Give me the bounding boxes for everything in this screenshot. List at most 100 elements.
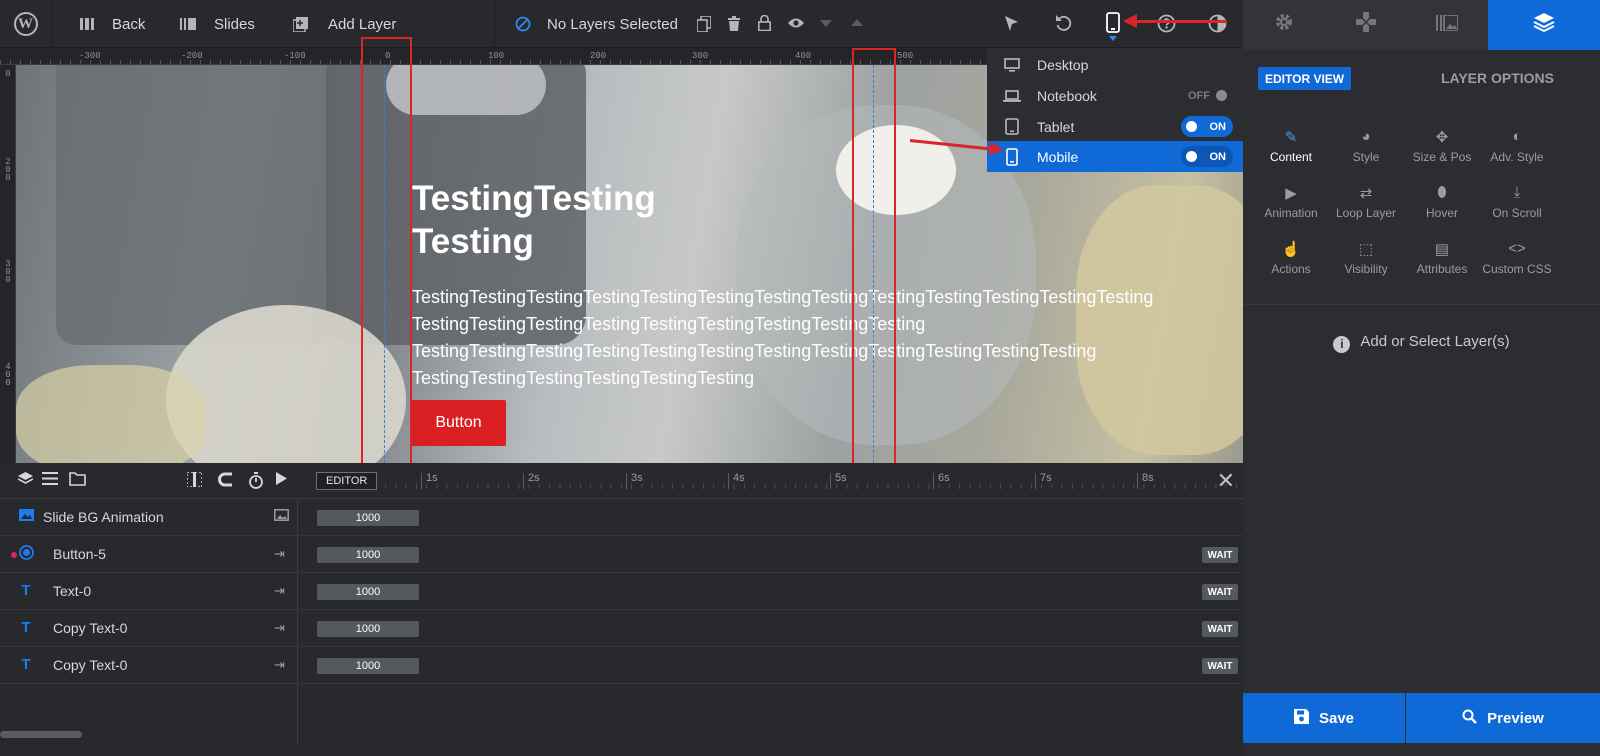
- device-option-mobile[interactable]: Mobile ON: [987, 141, 1243, 172]
- magnifier-icon: [1462, 709, 1477, 728]
- layer-name: Copy Text-0: [53, 620, 128, 636]
- timeline-layer-row[interactable]: T Text-0 ⇥ 1000 WAIT: [0, 573, 1243, 610]
- device-label: Notebook: [1037, 87, 1097, 104]
- undo-icon[interactable]: [1055, 14, 1072, 32]
- slide-paragraph[interactable]: TestingTestingTestingTestingTestingTesti…: [412, 284, 1153, 392]
- snap-guides-icon[interactable]: [186, 471, 203, 491]
- bg-image-icon[interactable]: [274, 509, 289, 524]
- second-label: 2s: [528, 472, 540, 484]
- trash-icon[interactable]: [728, 16, 740, 31]
- selection-status: No Layers Selected: [515, 0, 678, 48]
- option-attributes[interactable]: ▤ Attributes: [1402, 240, 1482, 276]
- notebook-toggle[interactable]: OFF: [1181, 85, 1233, 106]
- end-align-icon[interactable]: ⇥: [274, 620, 285, 636]
- wait-badge[interactable]: WAIT: [1202, 584, 1238, 600]
- end-align-icon[interactable]: ⇥: [274, 657, 285, 673]
- slide-button[interactable]: Button: [411, 400, 506, 446]
- tab-slide-library[interactable]: [1407, 0, 1489, 50]
- option-adv-style[interactable]: ◐ Adv. Style: [1477, 128, 1557, 164]
- option-hover[interactable]: ⬮ Hover: [1402, 184, 1482, 220]
- slides-button[interactable]: Slides: [180, 0, 255, 48]
- text-icon: T: [21, 619, 31, 636]
- timeline-layer-row[interactable]: Button-5 ⇥ 1000 WAIT: [0, 536, 1243, 573]
- back-button[interactable]: Back: [80, 0, 145, 48]
- end-align-icon[interactable]: ⇥: [274, 583, 285, 599]
- option-content[interactable]: ✎ Content: [1251, 128, 1331, 164]
- option-loop-layer[interactable]: ⇄ Loop Layer: [1326, 184, 1406, 220]
- duration-bar[interactable]: 1000: [317, 658, 419, 674]
- timeline-scrollbar[interactable]: [0, 731, 82, 738]
- wait-badge[interactable]: WAIT: [1202, 621, 1238, 637]
- play-icon[interactable]: [276, 472, 287, 489]
- duration-bar[interactable]: 1000: [317, 547, 419, 563]
- stopwatch-icon[interactable]: [248, 472, 264, 493]
- active-device-caret-icon: [1109, 36, 1117, 41]
- eye-icon[interactable]: [787, 17, 805, 29]
- theme-toggle-icon[interactable]: [1208, 14, 1227, 33]
- mobile-toggle[interactable]: ON: [1181, 146, 1233, 167]
- option-actions[interactable]: ☝ Actions: [1251, 240, 1331, 276]
- gear-icon: [1274, 12, 1294, 38]
- tablet-toggle[interactable]: ON: [1181, 116, 1233, 137]
- option-size-pos[interactable]: ✥ Size & Pos: [1402, 128, 1482, 164]
- list-icon[interactable]: [42, 472, 58, 489]
- wait-badge[interactable]: WAIT: [1202, 658, 1238, 674]
- duration-bar[interactable]: 1000: [317, 621, 419, 637]
- slide-title[interactable]: TestingTesting Testing: [412, 177, 656, 263]
- option-label: Attributes: [1416, 262, 1468, 276]
- duration-bar[interactable]: 1000: [317, 510, 419, 526]
- save-button[interactable]: Save: [1243, 693, 1405, 743]
- add-layer-icon: [293, 16, 308, 32]
- folder-icon[interactable]: [69, 472, 86, 490]
- timeline-layer-row[interactable]: T Copy Text-0 ⇥ 1000 WAIT: [0, 610, 1243, 647]
- timeline-layer-row[interactable]: Slide BG Animation 1000: [0, 499, 1243, 536]
- annotation-arrow-toolbar: [1123, 14, 1227, 28]
- toggle-state: ON: [1209, 120, 1227, 133]
- preview-button[interactable]: Preview: [1406, 693, 1600, 743]
- device-option-desktop[interactable]: Desktop: [987, 49, 1243, 80]
- tab-layers[interactable]: [1488, 0, 1600, 50]
- timeline-header: EDITOR 1s 2s 3s 4s 5s 6s 7s 8s ✕: [0, 463, 1243, 499]
- tablet-icon: [987, 118, 1037, 135]
- end-align-icon[interactable]: ⇥: [274, 546, 285, 562]
- device-dropdown: Desktop Notebook OFF Tablet ON Mobile ON: [987, 48, 1243, 172]
- magnet-icon[interactable]: [218, 472, 233, 491]
- add-select-label: Add or Select Layer(s): [1360, 333, 1510, 350]
- text-icon: T: [21, 656, 31, 673]
- mobile-view-icon[interactable]: [1106, 12, 1120, 33]
- wordpress-logo-icon[interactable]: W: [0, 0, 52, 48]
- duration-bar[interactable]: 1000: [317, 584, 419, 600]
- device-option-tablet[interactable]: Tablet ON: [987, 111, 1243, 142]
- duplicate-icon[interactable]: [697, 16, 711, 32]
- option-label: Style: [1352, 150, 1380, 164]
- vertical-ruler: 0 200 300 400: [0, 65, 16, 463]
- cursor-icon[interactable]: [1004, 15, 1019, 32]
- wait-badge[interactable]: WAIT: [1202, 547, 1238, 563]
- option-animation[interactable]: ▶ Animation: [1251, 184, 1331, 220]
- loop-icon: ⇄: [1359, 185, 1373, 202]
- device-label: Desktop: [1037, 56, 1089, 73]
- option-on-scroll[interactable]: ⤓ On Scroll: [1477, 184, 1557, 220]
- palette-icon: ◕: [1361, 128, 1371, 145]
- top-toolbar: W Back Slides Add Layer No Layers Select…: [0, 0, 1243, 48]
- paragraph-line: TestingTestingTestingTestingTestingTesti…: [412, 287, 1154, 307]
- layer-name: Slide BG Animation: [43, 509, 164, 525]
- close-timeline-icon[interactable]: ✕: [1217, 468, 1235, 494]
- move-down-icon[interactable]: [820, 20, 832, 27]
- tab-settings[interactable]: [1243, 0, 1325, 50]
- move-up-icon[interactable]: [851, 19, 863, 26]
- option-style[interactable]: ◕ Style: [1326, 128, 1406, 164]
- timeline-minor-ticks: [385, 484, 1243, 489]
- tab-navigation[interactable]: [1325, 0, 1407, 50]
- option-visibility[interactable]: ⬚ Visibility: [1326, 240, 1406, 276]
- second-label: 3s: [631, 472, 643, 484]
- lock-icon[interactable]: [758, 15, 771, 31]
- editor-time-tag[interactable]: EDITOR: [316, 472, 378, 490]
- layer-options-label[interactable]: LAYER OPTIONS: [1441, 70, 1554, 86]
- help-icon[interactable]: [1157, 14, 1176, 33]
- layers-icon[interactable]: [17, 472, 34, 490]
- device-option-notebook[interactable]: Notebook OFF: [987, 80, 1243, 111]
- timeline-layer-row[interactable]: T Copy Text-0 ⇥ 1000 WAIT: [0, 647, 1243, 684]
- option-custom-css[interactable]: <> Custom CSS: [1477, 240, 1557, 276]
- editor-view-badge[interactable]: EDITOR VIEW: [1258, 67, 1352, 90]
